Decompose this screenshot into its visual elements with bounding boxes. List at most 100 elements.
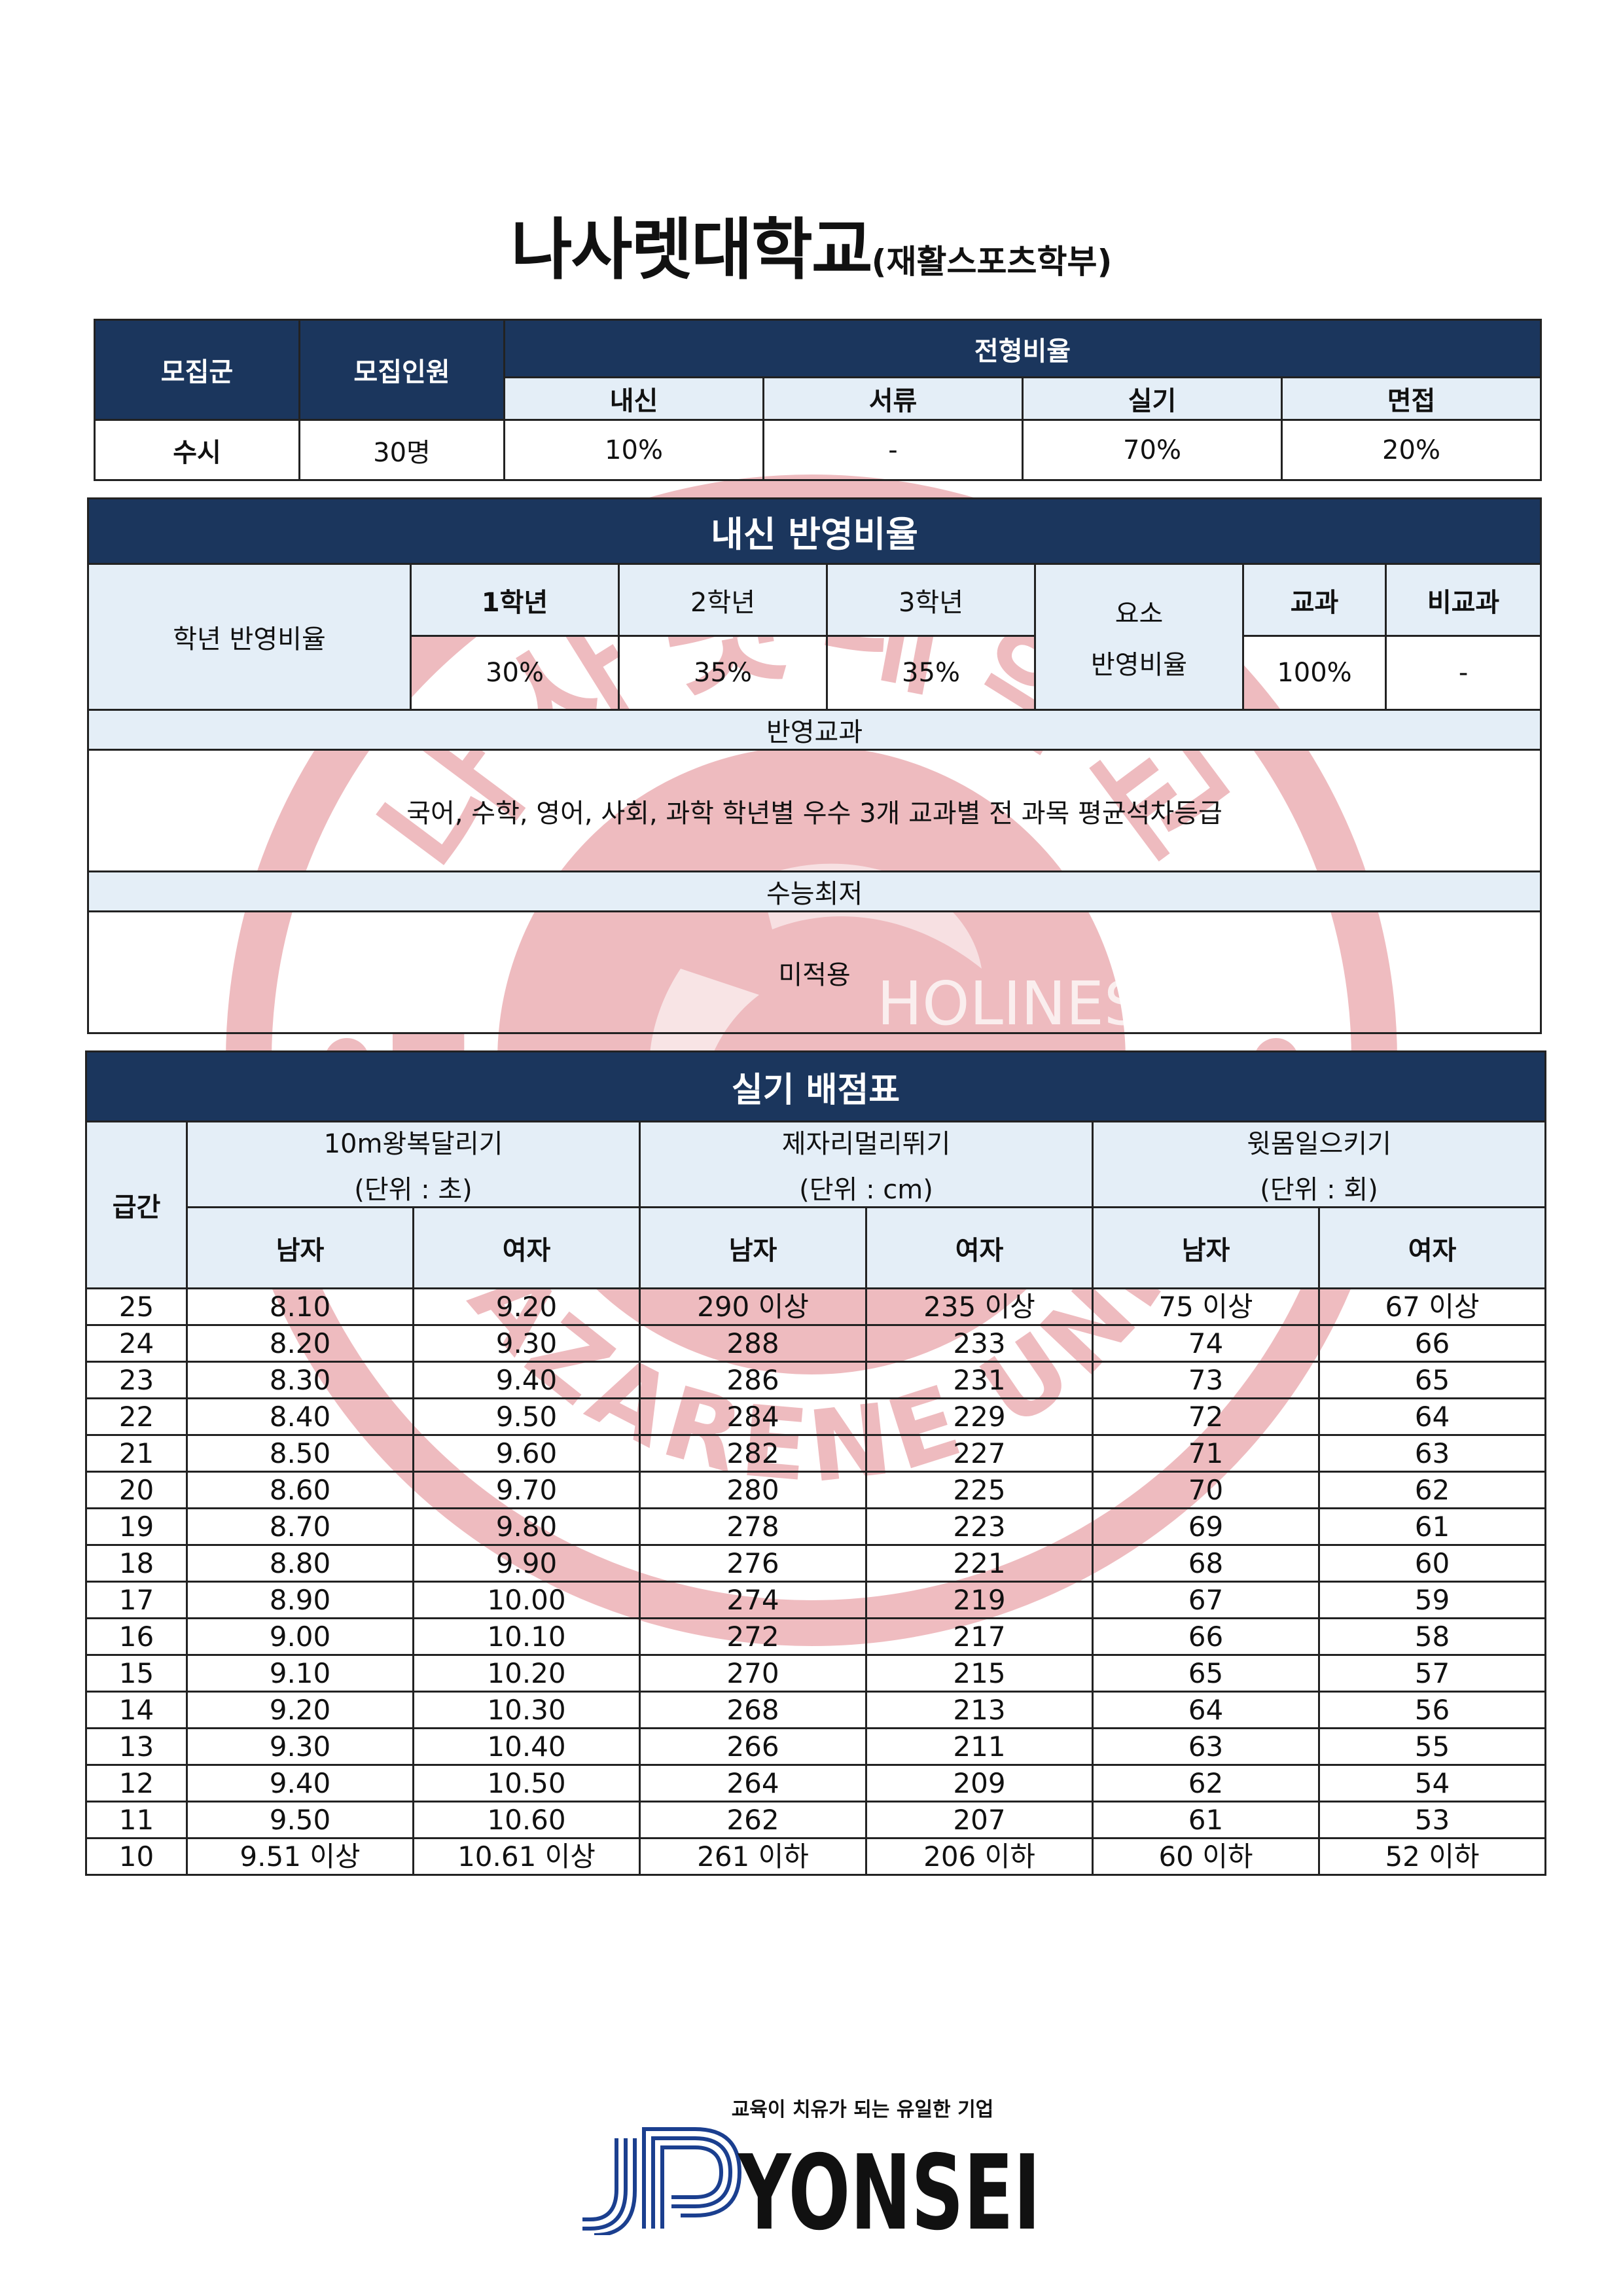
table-row: 18 8.80 9.90 276 221 68 60 bbox=[85, 1544, 1546, 1583]
score-cell: 66 bbox=[1092, 1617, 1320, 1656]
score-cell: 290 이상 bbox=[639, 1287, 867, 1326]
score-cell: 229 bbox=[865, 1397, 1094, 1436]
score-cell: 53 bbox=[1318, 1801, 1546, 1839]
score-cell: 8.20 bbox=[186, 1324, 414, 1363]
table-row: 13 9.30 10.40 266 211 63 55 bbox=[85, 1727, 1546, 1766]
score-cell: 227 bbox=[865, 1434, 1094, 1473]
score-cell: 9.20 bbox=[186, 1691, 414, 1729]
grade-cell: 18 bbox=[85, 1544, 188, 1583]
score-cell: 63 bbox=[1092, 1727, 1320, 1766]
grade-cell: 24 bbox=[85, 1324, 188, 1363]
header-female: 여자 bbox=[1318, 1206, 1546, 1289]
score-rows: 25 8.10 9.20 290 이상 235 이상 75 이상 67 이상 24 8.20 9.… bbox=[85, 1287, 1546, 1876]
score-cell: 10.00 bbox=[412, 1581, 641, 1619]
event-sit-ups: 윗몸일으키기 (단위 : 회) bbox=[1092, 1121, 1546, 1208]
event-name: 10m왕복달리기 bbox=[323, 1129, 503, 1159]
table-row: 11 9.50 10.60 262 207 61 53 bbox=[85, 1801, 1546, 1839]
score-cell: 60 bbox=[1318, 1544, 1546, 1583]
score-cell: 9.30 bbox=[186, 1727, 414, 1766]
grade-3: 3학년 bbox=[826, 563, 1036, 637]
score-cell: 71 bbox=[1092, 1434, 1320, 1473]
grade-cell: 10 bbox=[85, 1837, 188, 1876]
event-unit: (단위 : 초) bbox=[354, 1175, 473, 1205]
gpa-title: 내신 반영비율 bbox=[86, 497, 1543, 565]
score-cell: 68 bbox=[1092, 1544, 1320, 1583]
header-quota: 모집인원 bbox=[298, 319, 505, 421]
score-cell: 9.50 bbox=[412, 1397, 641, 1436]
grade-ratio-label: 학년 반영비율 bbox=[87, 563, 412, 711]
table-row: 17 8.90 10.00 274 219 67 59 bbox=[85, 1581, 1546, 1619]
score-cell: 62 bbox=[1318, 1471, 1546, 1509]
score-cell: 221 bbox=[865, 1544, 1094, 1583]
score-cell: 9.51 이상 bbox=[186, 1837, 414, 1876]
score-cell: 61 bbox=[1318, 1507, 1546, 1546]
subheader-practical: 실기 bbox=[1022, 376, 1283, 421]
score-cell: 74 bbox=[1092, 1324, 1320, 1363]
grade-2: 2학년 bbox=[618, 563, 828, 637]
score-cell: 9.50 bbox=[186, 1801, 414, 1839]
table-row: 14 9.20 10.30 268 213 64 56 bbox=[85, 1691, 1546, 1729]
table-row: 12 9.40 10.50 264 209 62 54 bbox=[85, 1764, 1546, 1803]
grade-cell: 12 bbox=[85, 1764, 188, 1803]
grade-cell: 23 bbox=[85, 1361, 188, 1399]
score-cell: 9.70 bbox=[412, 1471, 641, 1509]
grade-cell: 25 bbox=[85, 1287, 188, 1326]
score-cell: 67 이상 bbox=[1318, 1287, 1546, 1326]
selection-table: 모집군 모집인원 전형비율 내신 서류 실기 면접 수시 30명 10% - 7… bbox=[94, 319, 1543, 481]
grade-cell: 22 bbox=[85, 1397, 188, 1436]
score-cell: 276 bbox=[639, 1544, 867, 1583]
table-row: 25 8.10 9.20 290 이상 235 이상 75 이상 67 이상 bbox=[85, 1287, 1546, 1326]
table-row: 16 9.00 10.10 272 217 66 58 bbox=[85, 1617, 1546, 1656]
score-cell: 10.61 이상 bbox=[412, 1837, 641, 1876]
score-cell: 280 bbox=[639, 1471, 867, 1509]
score-cell: 9.10 bbox=[186, 1654, 414, 1693]
subheader-gpa: 내신 bbox=[503, 376, 764, 421]
row-documents: - bbox=[762, 419, 1024, 481]
score-cell: 266 bbox=[639, 1727, 867, 1766]
footer-brand: YONSEI bbox=[738, 2133, 1041, 2235]
event-long-jump: 제자리멀리뛰기 (단위 : cm) bbox=[639, 1121, 1094, 1208]
element-ratio-label: 요소 반영비율 bbox=[1034, 563, 1244, 711]
element-label-line-2: 반영비율 bbox=[1090, 650, 1188, 680]
score-cell: 270 bbox=[639, 1654, 867, 1693]
score-cell: 207 bbox=[865, 1801, 1094, 1839]
header-female: 여자 bbox=[412, 1206, 641, 1289]
score-cell: 60 이하 bbox=[1092, 1837, 1320, 1876]
score-cell: 57 bbox=[1318, 1654, 1546, 1693]
element-subject-value: 100% bbox=[1242, 635, 1387, 711]
table-row: 21 8.50 9.60 282 227 71 63 bbox=[85, 1434, 1546, 1473]
score-cell: 8.30 bbox=[186, 1361, 414, 1399]
score-cell: 56 bbox=[1318, 1691, 1546, 1729]
score-cell: 261 이하 bbox=[639, 1837, 867, 1876]
score-cell: 10.20 bbox=[412, 1654, 641, 1693]
element-label-line-1: 요소 bbox=[1115, 599, 1164, 629]
score-cell: 9.30 bbox=[412, 1324, 641, 1363]
score-cell: 9.40 bbox=[186, 1764, 414, 1803]
subjects-label: 반영교과 bbox=[86, 709, 1543, 751]
row-interview: 20% bbox=[1280, 419, 1543, 481]
page-title: 나사렛대학교(재활스포츠학부) bbox=[0, 196, 1623, 293]
score-cell: 8.70 bbox=[186, 1507, 414, 1546]
score-cell: 62 bbox=[1092, 1764, 1320, 1803]
score-cell: 264 bbox=[639, 1764, 867, 1803]
grade-2-value: 35% bbox=[618, 635, 828, 711]
title-sub: (재활스포츠학부) bbox=[871, 243, 1113, 281]
score-cell: 235 이상 bbox=[865, 1287, 1094, 1326]
score-cell: 278 bbox=[639, 1507, 867, 1546]
element-subject: 교과 bbox=[1242, 563, 1387, 637]
table-row: 19 8.70 9.80 278 223 69 61 bbox=[85, 1507, 1546, 1546]
grade-cell: 17 bbox=[85, 1581, 188, 1619]
score-cell: 66 bbox=[1318, 1324, 1546, 1363]
grade-cell: 13 bbox=[85, 1727, 188, 1766]
practical-table: 실기 배점표 급간 10m왕복달리기 (단위 : 초) 제자리멀리뛰기 (단위 … bbox=[85, 1050, 1546, 1876]
score-cell: 274 bbox=[639, 1581, 867, 1619]
score-cell: 72 bbox=[1092, 1397, 1320, 1436]
score-cell: 61 bbox=[1092, 1801, 1320, 1839]
subheader-documents: 서류 bbox=[762, 376, 1024, 421]
score-cell: 54 bbox=[1318, 1764, 1546, 1803]
jp-mark-icon bbox=[582, 2127, 742, 2235]
score-cell: 215 bbox=[865, 1654, 1094, 1693]
score-cell: 55 bbox=[1318, 1727, 1546, 1766]
grade-cell: 11 bbox=[85, 1801, 188, 1839]
score-cell: 262 bbox=[639, 1801, 867, 1839]
